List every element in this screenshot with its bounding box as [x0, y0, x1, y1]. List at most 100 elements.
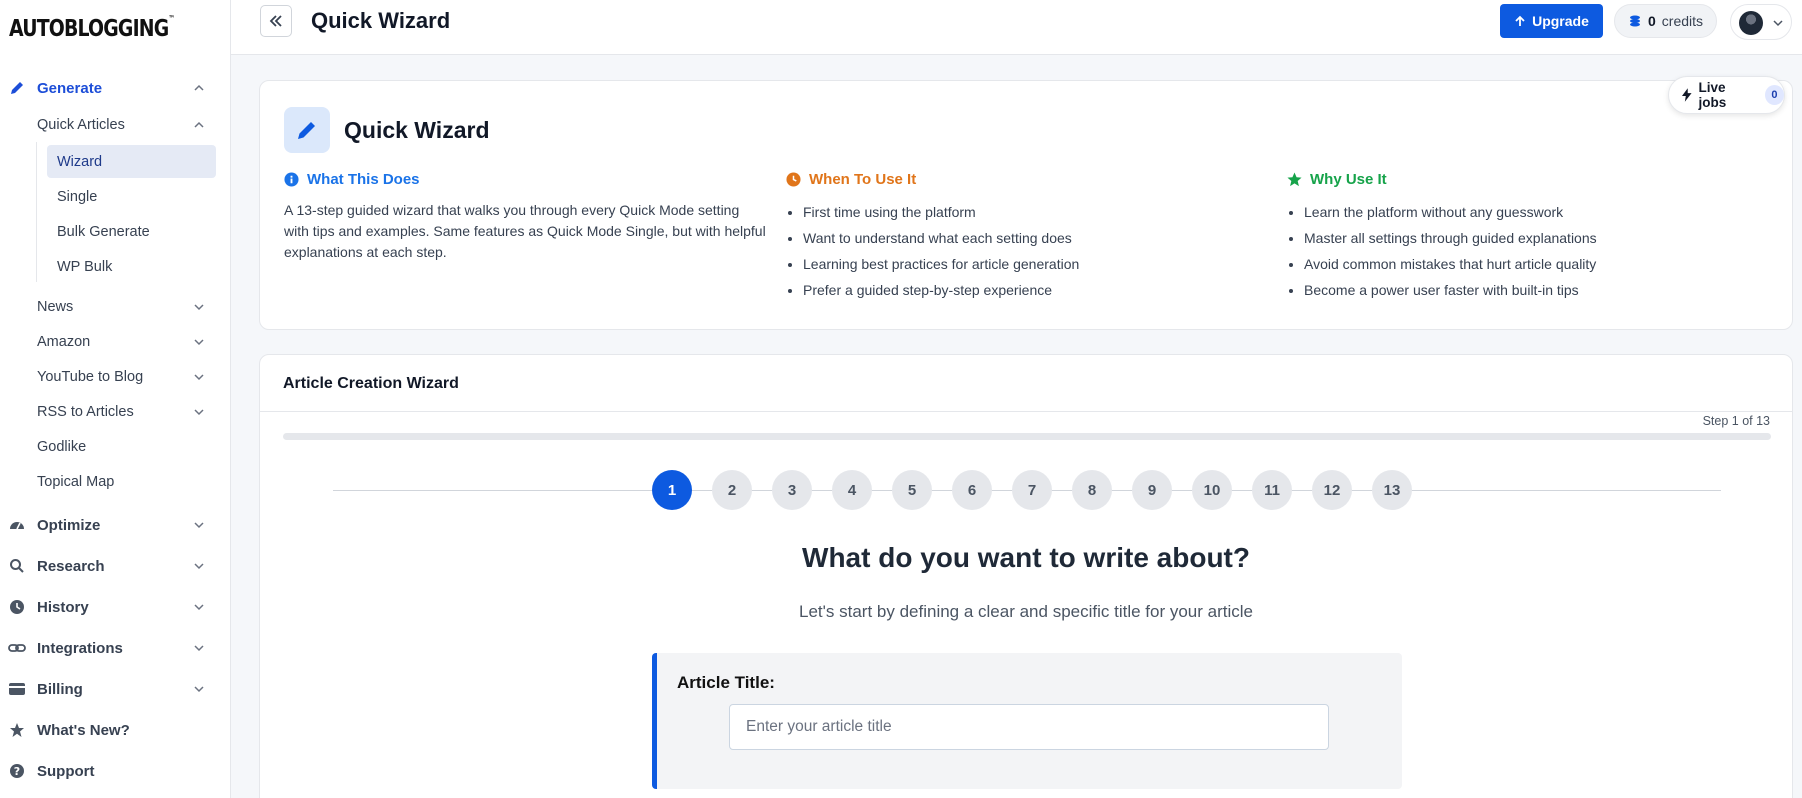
wizard-step-11[interactable]: 11	[1252, 470, 1292, 510]
wizard-step-7[interactable]: 7	[1012, 470, 1052, 510]
sidebar-item-wp-bulk[interactable]: WP Bulk	[47, 250, 216, 283]
question-subtitle: Let's start by defining a clear and spec…	[799, 602, 1253, 621]
arrow-up-icon	[1515, 15, 1525, 26]
wizard-step-6[interactable]: 6	[952, 470, 992, 510]
chevron-up-icon	[194, 121, 204, 128]
section-heading: When To Use It	[786, 171, 1079, 188]
sidebar-item-label: RSS to Articles	[37, 404, 134, 420]
sidebar-item-quick-articles[interactable]: Quick Articles	[37, 110, 212, 140]
star-icon	[1287, 172, 1302, 187]
chevron-down-icon	[194, 522, 204, 529]
wizard-step-10[interactable]: 10	[1192, 470, 1232, 510]
upgrade-button[interactable]: Upgrade	[1500, 4, 1603, 38]
wizard-header: Article Creation Wizard	[260, 355, 1792, 412]
when-to-use-section: When To Use It First time using the plat…	[786, 171, 1079, 303]
list-item: Become a power user faster with built-in…	[1304, 277, 1597, 303]
sidebar-item-label: Billing	[37, 680, 83, 698]
sidebar-item-label: Optimize	[37, 516, 101, 534]
link-icon	[8, 639, 26, 657]
sidebar-item-billing[interactable]: Billing	[0, 671, 231, 707]
sidebar-item-godlike[interactable]: Godlike	[37, 432, 86, 462]
wizard-step-9[interactable]: 9	[1132, 470, 1172, 510]
user-menu-button[interactable]	[1730, 4, 1792, 40]
double-chevron-left-icon	[269, 15, 282, 27]
sidebar-item-label: Research	[37, 557, 105, 575]
sidebar-item-label: What's New?	[37, 721, 130, 739]
wizard-progress-bar	[283, 433, 1771, 440]
chevron-up-icon	[194, 84, 204, 91]
pencil-icon	[284, 107, 330, 153]
clock-icon	[8, 598, 26, 616]
when-to-use-list: First time using the platform Want to un…	[786, 199, 1079, 303]
app-logo[interactable]: AUTOBLOGGING™	[9, 14, 175, 42]
credits-button[interactable]: 0 credits	[1614, 4, 1717, 38]
svg-text:?: ?	[14, 765, 20, 778]
section-heading: What This Does	[284, 171, 768, 188]
question-title: What do you want to write about?	[802, 542, 1250, 573]
article-title-input[interactable]	[729, 704, 1329, 750]
sidebar-item-history[interactable]: History	[0, 589, 231, 625]
wizard-step-1[interactable]: 1	[652, 470, 692, 510]
avatar	[1739, 11, 1763, 35]
chevron-down-icon	[194, 686, 204, 693]
chevron-down-icon	[1773, 20, 1783, 27]
article-title-panel: Article Title:	[652, 653, 1402, 789]
upgrade-label: Upgrade	[1532, 13, 1589, 29]
coins-icon	[1629, 15, 1640, 27]
list-item: Learning best practices for article gene…	[803, 251, 1079, 277]
why-use-it-list: Learn the platform without any guesswork…	[1287, 199, 1597, 303]
live-jobs-label: Live jobs	[1698, 80, 1727, 110]
wizard-step-12[interactable]: 12	[1312, 470, 1352, 510]
sidebar-item-generate[interactable]: Generate	[0, 70, 231, 106]
card-icon	[8, 680, 26, 698]
sidebar-item-research[interactable]: Research	[0, 548, 231, 584]
gauge-icon	[8, 516, 26, 534]
sidebar-item-label: News	[37, 299, 74, 315]
pencil-icon	[8, 79, 26, 97]
star-icon	[8, 721, 26, 739]
live-jobs-count: 0	[1764, 85, 1784, 105]
clock-icon	[786, 172, 801, 187]
chevron-down-icon	[194, 339, 204, 346]
why-use-it-section: Why Use It Learn the platform without an…	[1287, 171, 1597, 303]
sidebar-item-label: Support	[37, 762, 95, 780]
wizard-step-3[interactable]: 3	[772, 470, 812, 510]
list-item: Avoid common mistakes that hurt article …	[1304, 251, 1597, 277]
help-icon: ?	[8, 762, 26, 780]
sidebar-item-topical-map[interactable]: Topical Map	[37, 467, 114, 497]
wizard-step-2[interactable]: 2	[712, 470, 752, 510]
page-title: Quick Wizard	[311, 8, 451, 33]
wizard-step-13[interactable]: 13	[1372, 470, 1412, 510]
collapse-sidebar-button[interactable]	[260, 5, 292, 37]
what-this-does-text: A 13-step guided wizard that walks you t…	[284, 202, 766, 260]
sidebar-item-news[interactable]: News	[37, 292, 212, 322]
sidebar-item-single[interactable]: Single	[47, 180, 216, 213]
live-jobs-button[interactable]: Live jobs 0	[1668, 76, 1785, 114]
section-heading-label: What This Does	[307, 171, 420, 188]
wizard-step-8[interactable]: 8	[1072, 470, 1112, 510]
list-item: Want to understand what each setting doe…	[803, 225, 1079, 251]
chevron-down-icon	[194, 374, 204, 381]
wizard-step-4[interactable]: 4	[832, 470, 872, 510]
sidebar-item-integrations[interactable]: Integrations	[0, 630, 231, 666]
wizard-title: Article Creation Wizard	[283, 375, 459, 392]
info-title: Quick Wizard	[344, 117, 490, 143]
wizard-step-5[interactable]: 5	[892, 470, 932, 510]
sidebar-item-whats-new[interactable]: What's New?	[0, 712, 231, 748]
sidebar-item-label: Amazon	[37, 334, 91, 350]
list-item: Prefer a guided step-by-step experience	[803, 277, 1079, 303]
info-card: Quick Wizard What This Does A 13-step gu…	[259, 80, 1793, 330]
chevron-down-icon	[194, 304, 204, 311]
sidebar-item-support[interactable]: ? Support	[0, 753, 231, 789]
sidebar-item-rss-to-articles[interactable]: RSS to Articles	[37, 397, 212, 427]
sidebar-item-label: Integrations	[37, 639, 123, 657]
sidebar-item-label: YouTube to Blog	[37, 369, 144, 385]
sidebar-item-amazon[interactable]: Amazon	[37, 327, 212, 357]
credits-count: 0	[1647, 13, 1656, 29]
info-icon	[284, 172, 299, 187]
sidebar-item-wizard[interactable]: Wizard	[47, 145, 216, 178]
sidebar-item-youtube-to-blog[interactable]: YouTube to Blog	[37, 362, 212, 392]
section-heading: Why Use It	[1287, 171, 1597, 188]
sidebar-item-optimize[interactable]: Optimize	[0, 507, 231, 543]
sidebar-item-bulk-generate[interactable]: Bulk Generate	[47, 215, 216, 248]
